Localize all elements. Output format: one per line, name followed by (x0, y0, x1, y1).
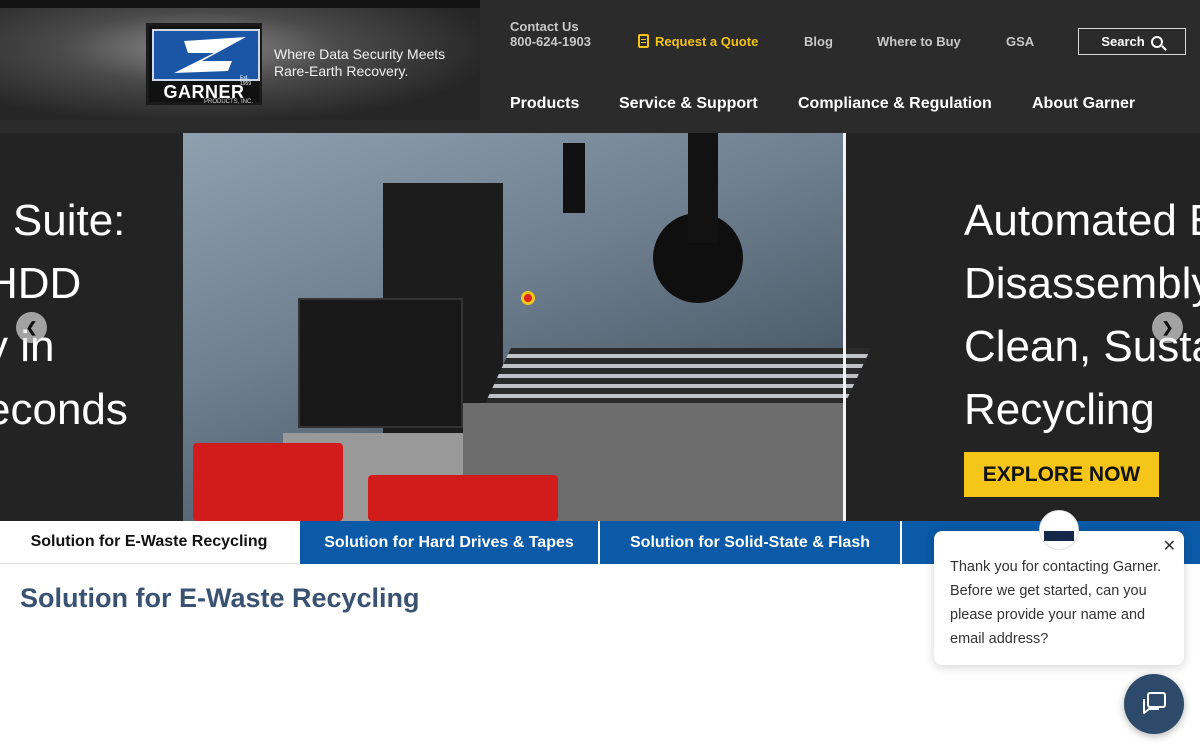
contact-us-link[interactable]: Contact Us 800-624-1903 (510, 19, 591, 49)
nav-service-support[interactable]: Service & Support (619, 95, 758, 113)
robot-arm-column (688, 133, 718, 243)
nav-compliance-regulation[interactable]: Compliance & Regulation (798, 95, 992, 113)
tagline: Where Data Security Meets Rare-Earth Rec… (274, 46, 474, 80)
contact-label: Contact Us (510, 19, 579, 34)
nav-about-garner[interactable]: About Garner (1032, 95, 1135, 113)
red-bin-left (193, 443, 343, 521)
robot-arm-upper (563, 143, 585, 213)
emergency-stop-icon (521, 291, 535, 305)
gsa-link[interactable]: GSA (1006, 34, 1034, 49)
carousel-next-button[interactable]: ❯ (1152, 312, 1183, 343)
request-quote-label: Request a Quote (655, 34, 759, 49)
tab-solid-state-flash[interactable]: Solution for Solid-State & Flash (600, 521, 902, 564)
headline-line: Automated E (964, 196, 1200, 245)
document-icon (638, 34, 649, 48)
chevron-right-icon: ❯ (1161, 319, 1174, 335)
headline-line: econds (0, 385, 128, 434)
chevron-left-icon: ❮ (25, 319, 38, 335)
hero-machine-image (183, 133, 871, 521)
hero-carousel: r Suite: HDD y in econds Automated E Dis… (0, 133, 1200, 521)
contact-phone: 800-624-1903 (510, 34, 591, 49)
chat-launcher-button[interactable] (1124, 674, 1184, 734)
section-title: Solution for E-Waste Recycling (20, 583, 420, 613)
avatar-logo (1044, 531, 1074, 541)
chat-agent-avatar (1039, 510, 1079, 550)
explore-now-button[interactable]: EXPLORE NOW (964, 452, 1159, 497)
where-to-buy-link[interactable]: Where to Buy (877, 34, 961, 49)
carousel-prev-button[interactable]: ❮ (16, 312, 47, 343)
tagline-line-2: Rare-Earth Recovery. (274, 63, 409, 79)
headline-line: HDD (0, 259, 82, 308)
logo-emblem: Est. 1959 (152, 29, 260, 87)
tagline-line-1: Where Data Security Meets (274, 46, 446, 62)
blog-link[interactable]: Blog (804, 34, 833, 49)
chat-icon (1143, 692, 1166, 714)
headline-line: r Suite: (0, 196, 126, 245)
search-icon (1150, 35, 1163, 48)
tab-e-waste-recycling[interactable]: Solution for E-Waste Recycling (0, 521, 300, 564)
chat-message-bubble: ✕ Thank you for contacting Garner. Befor… (934, 531, 1184, 665)
previous-slide-headline: r Suite: HDD y in econds (0, 189, 128, 441)
red-bin-right (368, 475, 558, 521)
chat-message-text: Thank you for contacting Garner. Before … (950, 559, 1162, 647)
lightning-bolt-icon (174, 37, 246, 73)
search-label: Search (1101, 34, 1145, 49)
slide-divider (843, 133, 846, 521)
garner-logo[interactable]: Est. 1959 GARNER PRODUCTS, INC. (146, 23, 262, 105)
search-button[interactable]: Search (1078, 28, 1186, 55)
headline-line: Recycling (964, 385, 1155, 434)
site-header: Est. 1959 GARNER PRODUCTS, INC. Where Da… (0, 0, 1200, 133)
request-quote-link[interactable]: Request a Quote (638, 34, 758, 49)
headline-line: Disassembly (964, 259, 1200, 308)
tab-hard-drives-tapes[interactable]: Solution for Hard Drives & Tapes (300, 521, 600, 564)
machine-control-unit (298, 298, 463, 428)
logo-subtitle: PRODUCTS, INC. (203, 99, 253, 105)
nav-products[interactable]: Products (510, 95, 579, 113)
close-icon[interactable]: ✕ (1163, 535, 1176, 559)
